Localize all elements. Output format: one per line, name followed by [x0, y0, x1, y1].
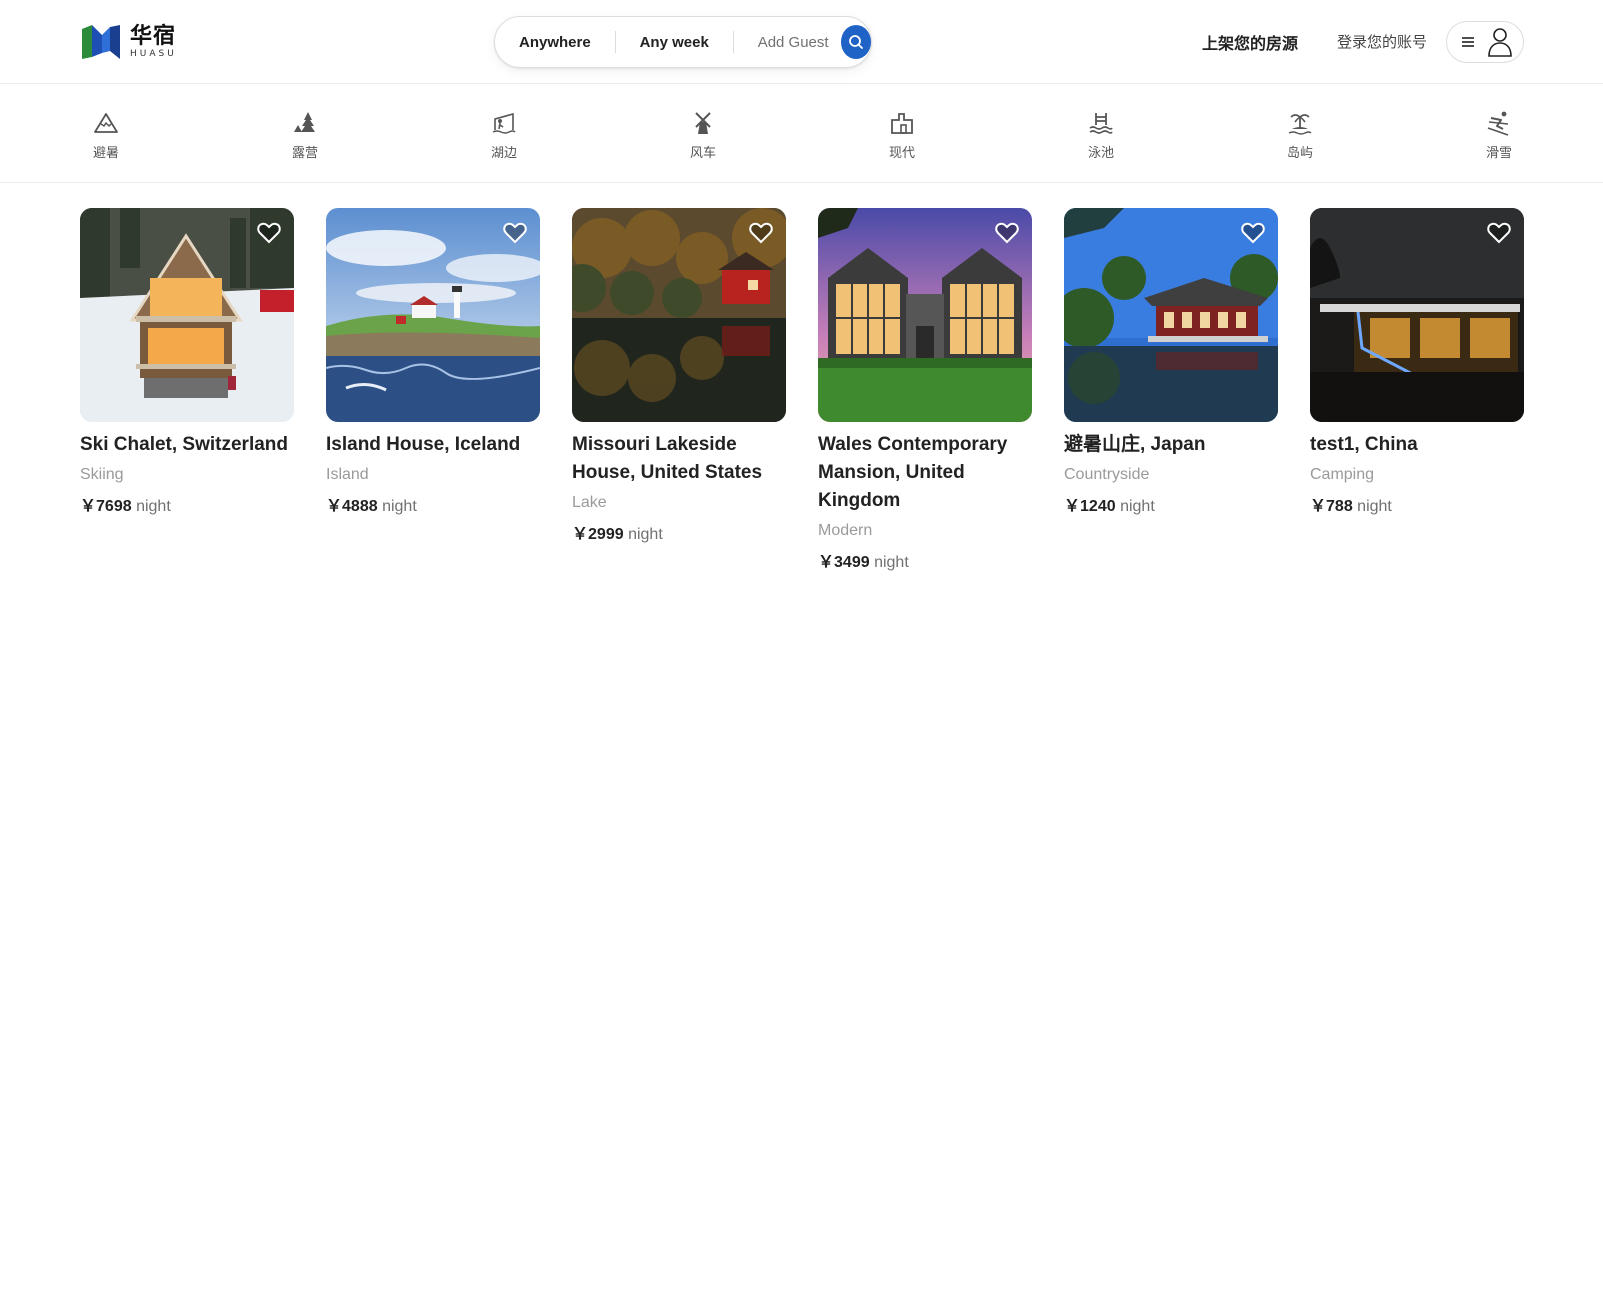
listing-card[interactable]: 避暑山庄, Japan Countryside ￥1240 night — [1064, 208, 1278, 518]
price-currency: ￥ — [818, 554, 835, 571]
category-label: 湖边 — [490, 146, 517, 161]
price-amount: 2999 — [588, 526, 624, 543]
user-menu-button[interactable] — [1446, 21, 1524, 63]
top-navbar: 华宿 HUASU Anywhere Any week Add Guest 上架您… — [0, 0, 1603, 84]
search-icon — [848, 35, 863, 49]
price-unit: night — [1357, 498, 1392, 515]
listing-category: Island — [326, 466, 369, 483]
listing-category: Skiing — [80, 466, 124, 483]
modern-building-icon — [891, 113, 913, 134]
listing-card[interactable]: Island House, Iceland Island ￥4888 night — [326, 208, 540, 518]
price-unit: night — [382, 498, 417, 515]
price-amount: 3499 — [834, 554, 870, 571]
host-your-home-link[interactable]: 上架您的房源 — [1202, 30, 1298, 54]
listing-title: test1, China — [1310, 434, 1418, 455]
listing-price: ￥4888 night — [326, 496, 540, 518]
category-label: 避暑 — [92, 146, 119, 161]
listing-title: Missouri Lakeside House, United States — [572, 434, 763, 483]
login-link[interactable]: 登录您的账号 — [1337, 31, 1427, 52]
listing-price: ￥7698 night — [80, 496, 294, 518]
price-currency: ￥ — [1310, 498, 1327, 515]
category-item-lakeside[interactable]: 湖边 — [474, 110, 534, 161]
favorite-heart-icon[interactable] — [502, 220, 528, 246]
listing-card[interactable]: Ski Chalet, Switzerland Skiing ￥7698 nig… — [80, 208, 294, 518]
favorite-heart-icon[interactable] — [748, 220, 774, 246]
listing-title: Wales Contemporary Mansion, United Kingd… — [818, 434, 1008, 511]
huasu-logo-icon — [82, 25, 120, 59]
listing-price: ￥1240 night — [1064, 496, 1278, 518]
search-bar[interactable]: Anywhere Any week Add Guest — [494, 16, 872, 68]
skiing-icon — [1487, 111, 1509, 136]
favorite-heart-icon[interactable] — [256, 220, 282, 246]
price-currency: ￥ — [572, 526, 589, 543]
listing-photo[interactable] — [1310, 208, 1524, 422]
price-amount: 7698 — [96, 498, 132, 515]
search-dates[interactable]: Any week — [616, 34, 733, 51]
listing-card[interactable]: test1, China Camping ￥788 night — [1310, 208, 1524, 518]
listing-photo[interactable] — [326, 208, 540, 422]
category-item-windmill[interactable]: 风车 — [673, 110, 733, 161]
lake-fishing-icon — [492, 112, 516, 134]
listing-photo[interactable] — [818, 208, 1032, 422]
category-bar: 避暑 露营 湖边 风车 现代 泳池 岛屿 滑雪 — [0, 84, 1603, 183]
category-item-summer[interactable]: 避暑 — [76, 110, 136, 161]
favorite-heart-icon[interactable] — [994, 220, 1020, 246]
category-item-pool[interactable]: 泳池 — [1071, 110, 1131, 161]
listing-photo[interactable] — [1064, 208, 1278, 422]
listing-price: ￥2999 night — [572, 524, 786, 546]
category-item-modern[interactable]: 现代 — [872, 110, 932, 161]
listing-category: Modern — [818, 522, 873, 539]
category-item-island[interactable]: 岛屿 — [1270, 110, 1330, 161]
price-amount: 788 — [1326, 498, 1353, 515]
favorite-heart-icon[interactable] — [1240, 220, 1266, 246]
brand-name-cn: 华宿 — [130, 23, 177, 49]
price-unit: night — [136, 498, 171, 515]
listing-price: ￥788 night — [1310, 496, 1524, 518]
price-unit: night — [1120, 498, 1155, 515]
search-guests[interactable]: Add Guest — [734, 34, 841, 51]
category-label: 风车 — [689, 146, 716, 161]
favorite-heart-icon[interactable] — [1486, 220, 1512, 246]
price-amount: 1240 — [1080, 498, 1116, 515]
listing-price: ￥3499 night — [818, 552, 1032, 574]
listing-card[interactable]: Missouri Lakeside House, United States L… — [572, 208, 786, 546]
category-label: 现代 — [888, 146, 915, 161]
category-label: 岛屿 — [1286, 146, 1313, 161]
category-item-skiing[interactable]: 滑雪 — [1469, 110, 1529, 161]
listing-title: Ski Chalet, Switzerland — [80, 434, 288, 455]
price-unit: night — [628, 526, 663, 543]
listing-category: Countryside — [1064, 466, 1150, 483]
price-amount: 4888 — [342, 498, 378, 515]
windmill-icon — [695, 112, 711, 134]
listing-card[interactable]: Wales Contemporary Mansion, United Kingd… — [818, 208, 1032, 574]
price-unit: night — [874, 554, 909, 571]
price-currency: ￥ — [80, 498, 97, 515]
user-avatar-icon — [1488, 28, 1512, 57]
mountain-icon — [94, 113, 118, 133]
listing-photo[interactable] — [572, 208, 786, 422]
brand-name-en: HUASU — [130, 48, 177, 59]
listing-title: Island House, Iceland — [326, 434, 521, 455]
brand-logo[interactable]: 华宿 HUASU — [80, 22, 177, 62]
category-label: 滑雪 — [1485, 146, 1512, 161]
listing-category: Camping — [1310, 466, 1375, 483]
category-item-camping[interactable]: 露营 — [275, 110, 335, 161]
category-label: 泳池 — [1087, 146, 1114, 161]
search-button[interactable] — [840, 25, 871, 59]
price-currency: ￥ — [326, 498, 343, 515]
pool-icon — [1089, 113, 1113, 134]
search-location[interactable]: Anywhere — [495, 34, 615, 51]
menu-icon — [1462, 37, 1474, 47]
island-icon — [1288, 114, 1312, 135]
price-currency: ￥ — [1064, 498, 1081, 515]
tent-tree-icon — [294, 112, 315, 132]
listing-title: 避暑山庄, Japan — [1064, 434, 1206, 455]
listing-category: Lake — [572, 494, 607, 511]
listing-photo[interactable] — [80, 208, 294, 422]
category-label: 露营 — [291, 146, 318, 161]
